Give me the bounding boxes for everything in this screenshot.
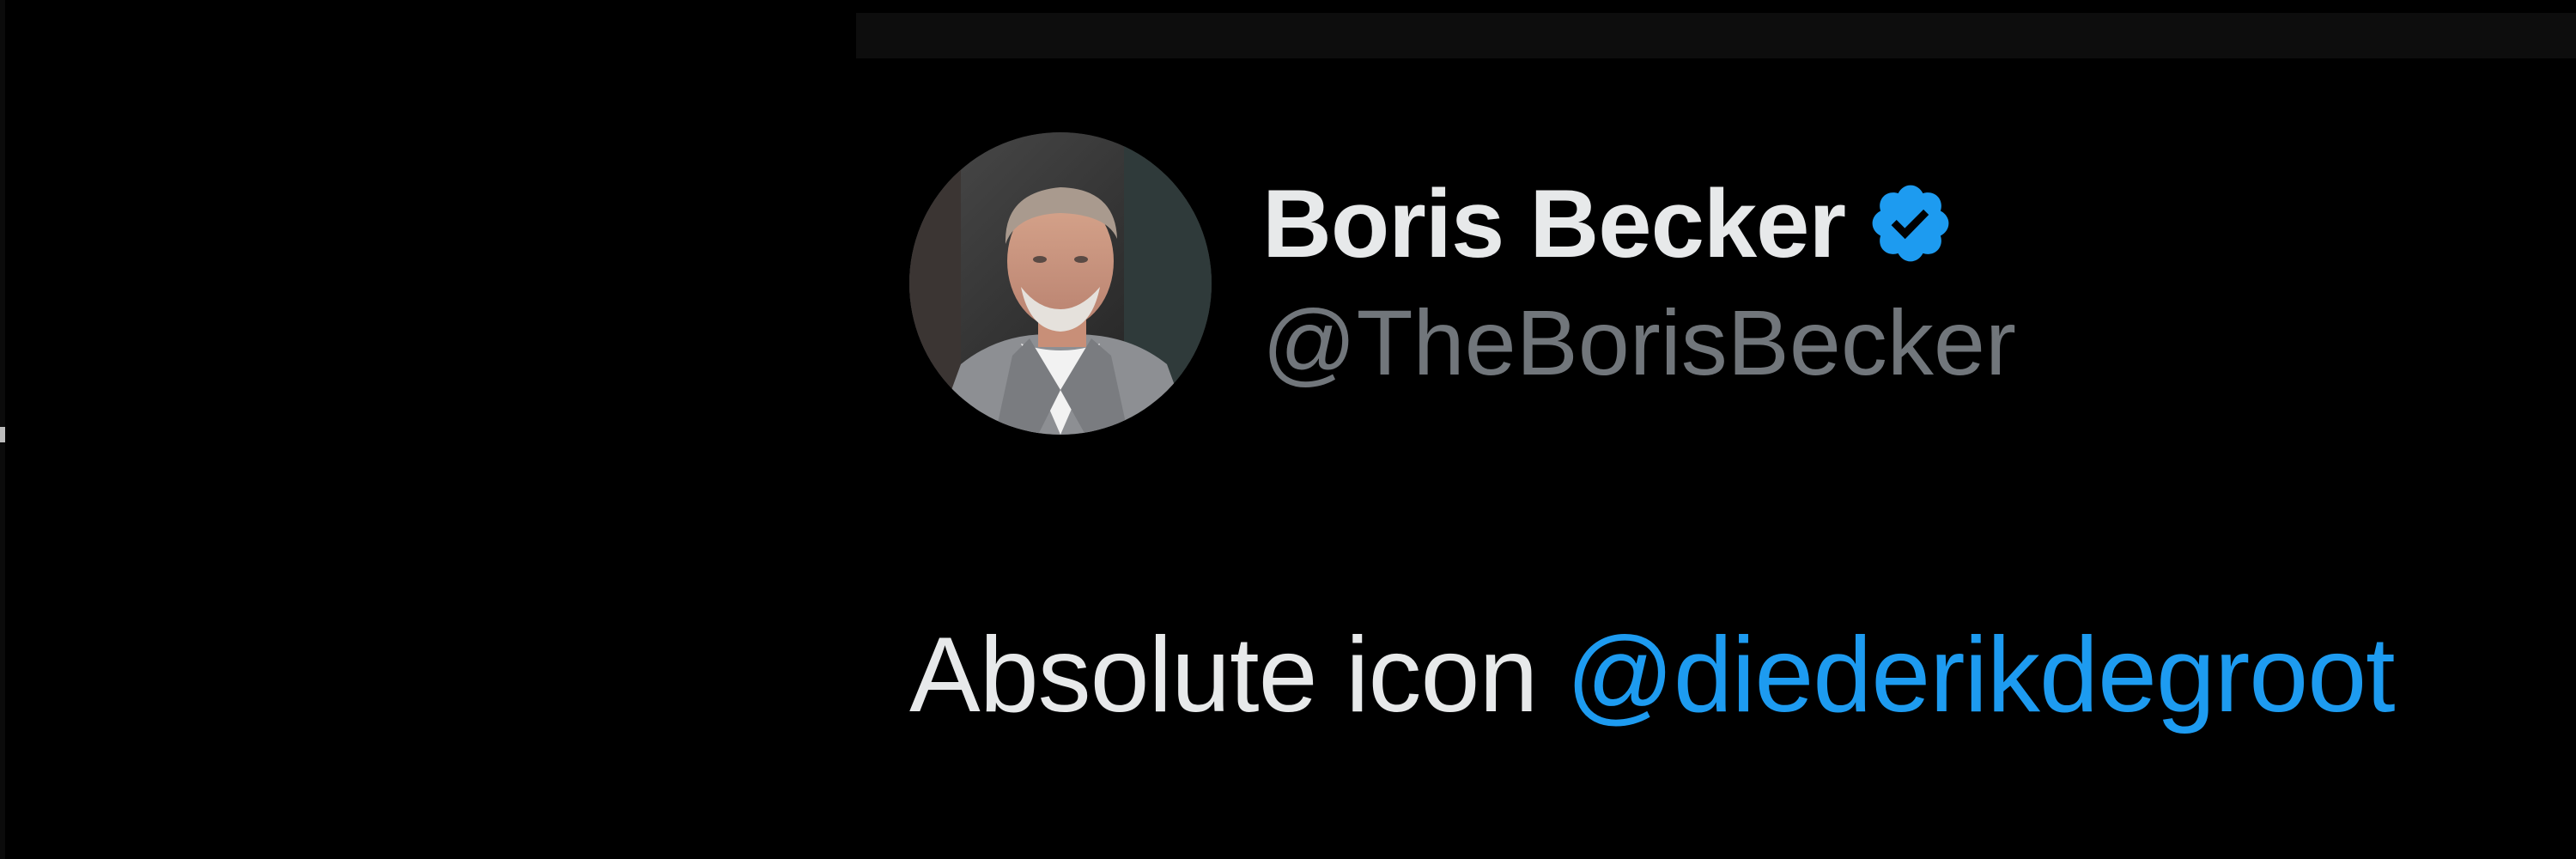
top-bar [856, 13, 2576, 58]
user-handle[interactable]: @TheBorisBecker [1262, 289, 2016, 396]
window-resize-handle[interactable] [0, 427, 5, 442]
user-info: Boris Becker @TheBorisBecker [1262, 163, 2016, 396]
avatar-photo [909, 132, 1212, 435]
mention-link[interactable]: @diederikdegroot [1566, 616, 2396, 734]
tweet-text: Absolute icon @diederikdegroot [909, 614, 2396, 736]
name-row: Boris Becker [1262, 163, 2016, 283]
display-name[interactable]: Boris Becker [1262, 168, 1846, 279]
avatar[interactable] [909, 132, 1212, 435]
tweet-text-prefix: Absolute icon [909, 616, 1566, 734]
verified-badge-icon[interactable] [1866, 179, 1955, 268]
